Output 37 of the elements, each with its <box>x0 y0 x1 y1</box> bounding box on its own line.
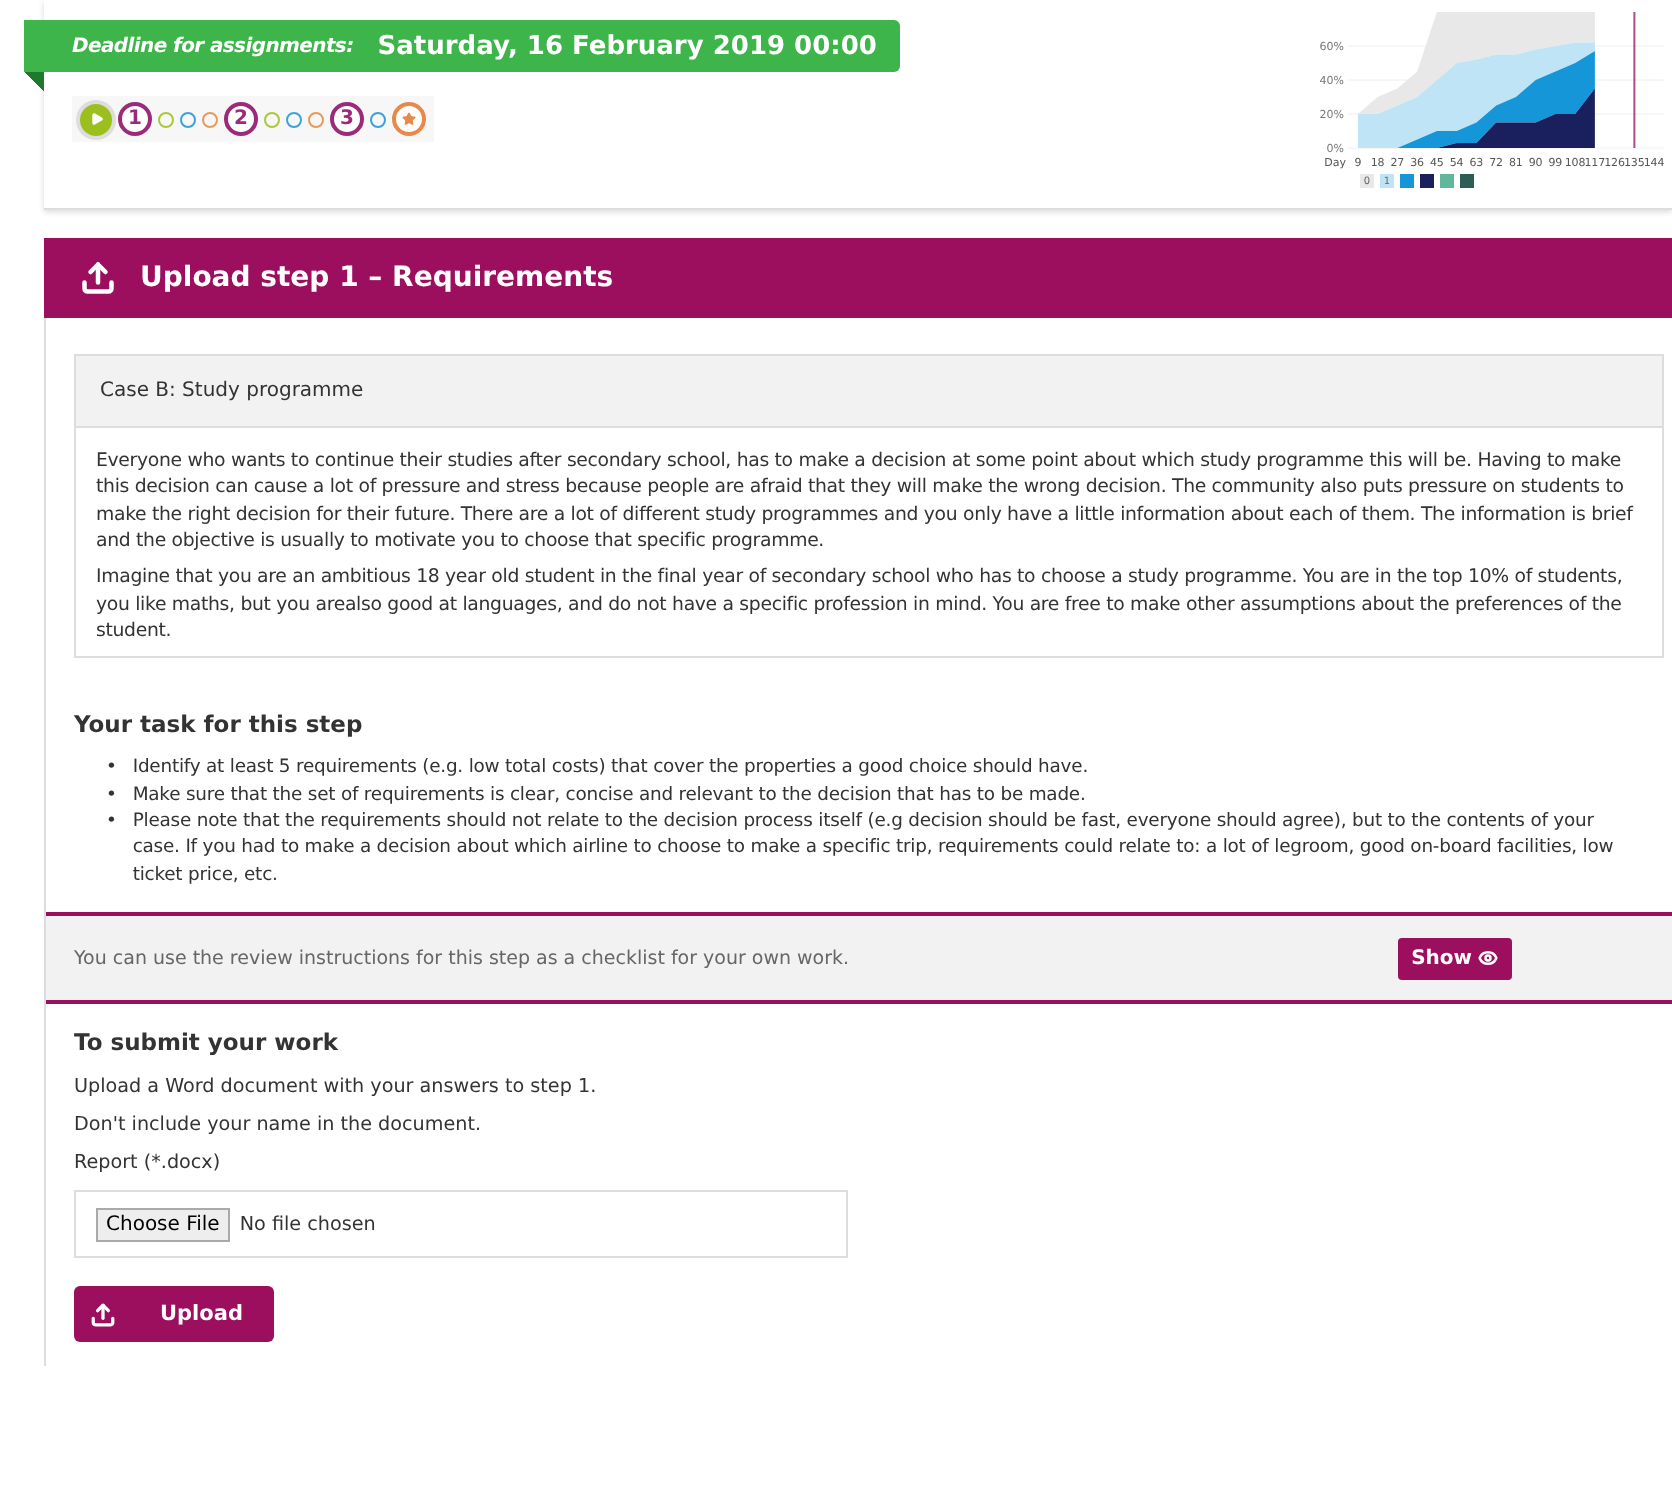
file-field[interactable]: Choose File No file chosen <box>74 1190 848 1259</box>
substep-dot[interactable] <box>158 111 174 127</box>
deadline-label: Deadline for assignments: <box>72 35 354 57</box>
step-circle[interactable]: 3 <box>330 102 364 136</box>
step-circle[interactable]: 1 <box>118 102 152 136</box>
upload-icon <box>80 260 116 296</box>
instruction-text: Upload a Word document with your answers to step 1. <box>74 1076 599 1099</box>
eye-icon <box>1478 948 1498 969</box>
field-label: Report (*.docx) <box>74 1152 223 1175</box>
substep-dot[interactable] <box>286 111 302 127</box>
case-paragraph: Everyone who wants to continue their studies after secondary school, has to make a decision at some point about which study programme this will be. Having to make this decision can cause a lot of pressure and stress because people are afraid that they will make the wrong decision. The community also puts pressure on students to make the right decision for their future. There are a lot of different study programmes and you only have a little information about each of them. The information is brief and the objective is usually to motivate you to choose that specific programme. <box>96 448 1636 555</box>
substep-dot[interactable] <box>264 111 280 127</box>
upload-icon <box>90 1301 116 1328</box>
task-item: Identify at least 5 requirements (e.g. low total costs) that cover the properties a good choice should have. <box>132 754 1089 782</box>
review-text: You can use the review instructions for this step as a checklist for your own work. <box>74 947 850 970</box>
bullet: • <box>106 781 117 809</box>
task-heading: Your task for this step <box>74 710 365 739</box>
choose-file-button[interactable]: Choose File <box>96 1207 230 1242</box>
step-circle[interactable]: 2 <box>224 102 258 136</box>
deadline-date: Saturday, 16 February 2019 00:00 <box>377 31 877 61</box>
file-status: No file chosen <box>239 1213 376 1236</box>
step-title: Upload step 1 – Requirements <box>140 262 614 294</box>
bullet: • <box>106 754 117 782</box>
substep-dot[interactable] <box>180 111 196 127</box>
substep-dot[interactable] <box>202 111 218 127</box>
instruction-text: Don't include your name in the document. <box>74 1114 484 1137</box>
case-paragraph: Imagine that you are an ambitious 18 year old student in the final year of secondary school who has to choose a study programme. You are in the top 10% of students, you like maths, but you arealso good at languages, and do not have a specific profession in mind. You are free to make other assumptions about the preferences of the student. <box>96 564 1625 645</box>
substep-dot[interactable] <box>308 111 324 127</box>
start-icon[interactable] <box>80 103 112 135</box>
bullet: • <box>106 808 117 837</box>
task-item: Please note that the requirements should not relate to the decision process itself (e.g decision should be fast, everyone should agree), but to the contents of your case. If you had to make a decision about which airline to choose to make a specific trip, requirements could relate to: a lot of legroom, good on-board facilities, low ticket price, etc. <box>132 808 1616 889</box>
upload-button[interactable]: Upload <box>74 1286 274 1343</box>
case-title: Case B: Study programme <box>76 356 1662 428</box>
show-button[interactable]: Show <box>1397 937 1512 980</box>
task-item: Make sure that the set of requirements is clear, concise and relevant to the decision that has to be made. <box>132 781 1086 809</box>
substep-dot[interactable] <box>370 111 386 127</box>
submit-heading: To submit your work <box>74 1028 341 1057</box>
